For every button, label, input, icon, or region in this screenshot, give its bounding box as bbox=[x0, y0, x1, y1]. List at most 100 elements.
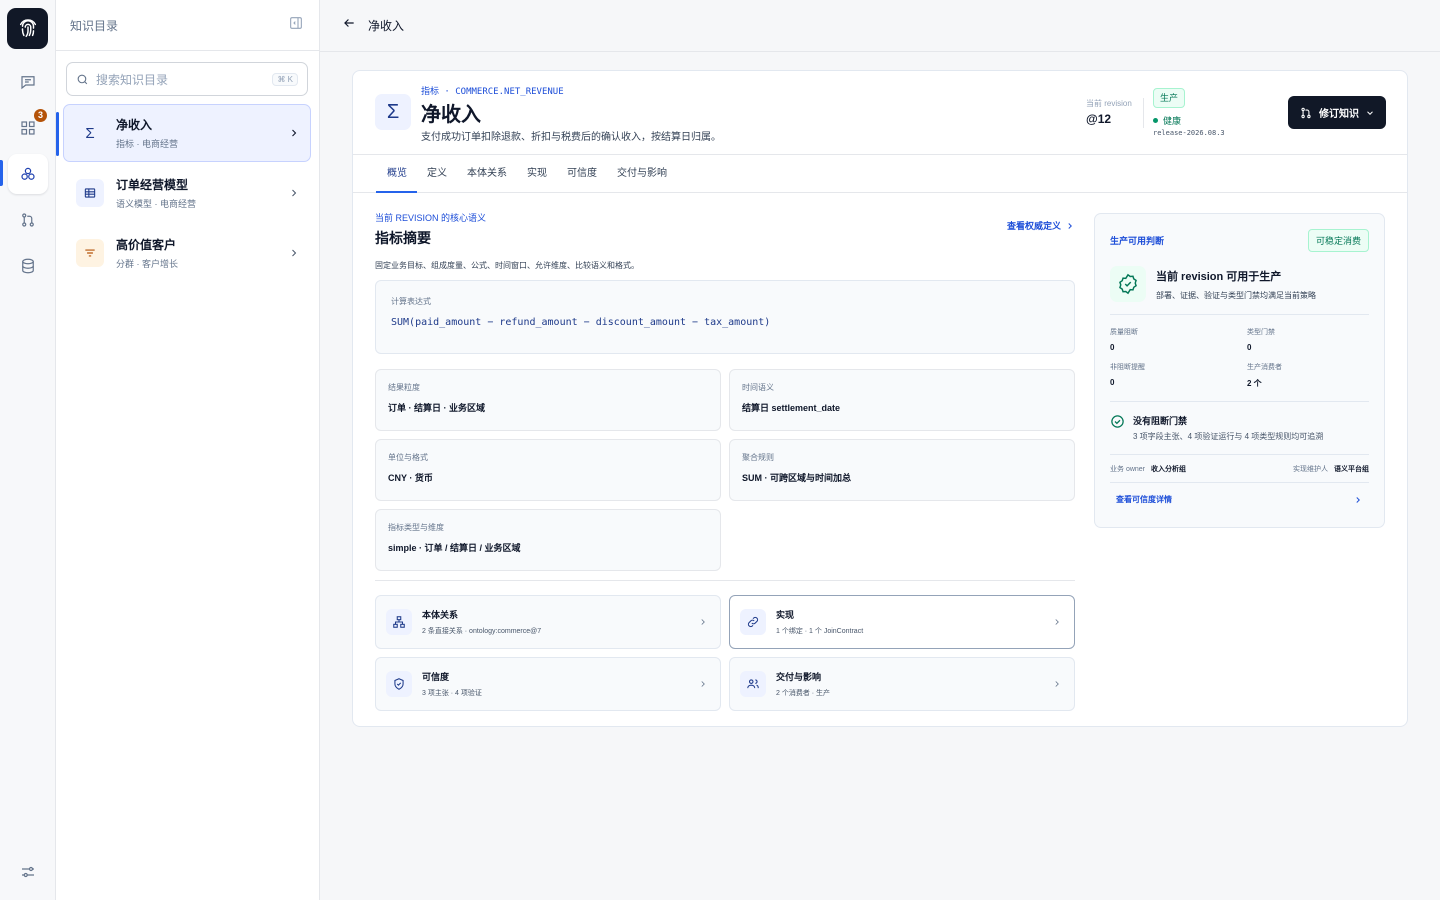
section-kicker: 当前 REVISION 的核心语义 bbox=[375, 213, 487, 223]
maintainer-value: 语义平台组 bbox=[1334, 466, 1369, 473]
collapse-sidebar-icon[interactable] bbox=[288, 15, 304, 36]
check-circle-icon bbox=[1111, 415, 1124, 428]
link-title: 可信度 bbox=[422, 672, 450, 682]
readiness-stats: 质量阻断 0 类型门禁 0 非阻断提醒 0 生产消费者 2 个 bbox=[1110, 327, 1369, 389]
ontology-icon[interactable] bbox=[8, 154, 48, 194]
stat-value: 0 bbox=[1247, 343, 1252, 352]
expression-value: SUM(paid_amount − refund_amount − discou… bbox=[391, 317, 771, 328]
link-card-trust[interactable]: 可信度 3 项主张 · 4 项验证 bbox=[375, 657, 721, 711]
field-label: 指标类型与维度 bbox=[388, 523, 444, 532]
search-icon bbox=[77, 74, 88, 84]
field-card: 单位与格式 CNY · 货币 bbox=[375, 439, 721, 501]
revision-label: 当前 revision bbox=[1086, 99, 1132, 108]
field-value: 结算日 settlement_date bbox=[742, 403, 841, 413]
stable-consumption-badge: 可稳定消费 bbox=[1307, 228, 1369, 252]
owner-value: 收入分析组 bbox=[1151, 466, 1187, 473]
revision-value: @12 bbox=[1086, 112, 1112, 126]
chevron-right-icon bbox=[1068, 222, 1072, 229]
sigma-icon: Σ bbox=[76, 119, 104, 147]
knowledge-detail-card: Σ 指标 · COMMERCE.NET_REVENUE 净收入 支付成功订单扣除… bbox=[352, 70, 1408, 727]
field-card: 时间语义 结算日 settlement_date bbox=[729, 369, 1075, 431]
revise-knowledge-button[interactable]: 修订知识 bbox=[1288, 96, 1386, 129]
panel-divider bbox=[1110, 314, 1369, 315]
readiness-subtitle: 部署、证据、验证与类型门禁均满足当前策略 bbox=[1156, 290, 1316, 300]
link-subtitle: 2 个消费者 · 生产 bbox=[776, 690, 831, 697]
gate-subtitle: 3 项字段主张、4 项验证运行与 4 项类型规则均可追溯 bbox=[1133, 432, 1324, 441]
chat-icon[interactable] bbox=[8, 62, 48, 102]
field-label: 聚合规则 bbox=[742, 453, 774, 462]
link-card-ontology[interactable]: 本体关系 2 条直接关系 · ontology:commerce@7 bbox=[375, 595, 721, 649]
sidebar-item-high-value-customers[interactable]: 高价值客户 分群 · 客户增长 bbox=[63, 224, 311, 282]
link-label: 查看可信度详情 bbox=[1116, 495, 1172, 504]
metric-summary-section: 当前 REVISION 的核心语义 指标摘要 查看权威定义 固定业务目标、组成度… bbox=[375, 211, 1075, 711]
table-icon bbox=[76, 179, 104, 207]
link-card-implementation[interactable]: 实现 1 个绑定 · 1 个 JoinContract bbox=[729, 595, 1075, 649]
link-card-delivery[interactable]: 交付与影响 2 个消费者 · 生产 bbox=[729, 657, 1075, 711]
tab-overview[interactable]: 概览 bbox=[376, 155, 417, 193]
health-dot-icon bbox=[1153, 118, 1158, 123]
tab-definition[interactable]: 定义 bbox=[417, 155, 457, 192]
users-icon bbox=[740, 671, 766, 697]
view-trust-details-link[interactable]: 查看可信度详情 bbox=[1110, 494, 1369, 505]
breadcrumb-title: 净收入 bbox=[368, 19, 405, 33]
panel-divider bbox=[1110, 401, 1369, 402]
view-authoritative-definition-link[interactable]: 查看权威定义 bbox=[1007, 219, 1075, 232]
field-value: simple · 订单 / 结算日 / 业务区域 bbox=[388, 543, 521, 553]
sidebar-title: 知识目录 bbox=[70, 18, 119, 33]
top-bar: 净收入 bbox=[320, 0, 1440, 52]
dashboard-icon[interactable]: 3 bbox=[8, 108, 48, 148]
search-shortcut: ⌘ K bbox=[272, 72, 298, 86]
section-divider bbox=[375, 580, 1075, 581]
health-status: 健康 bbox=[1153, 114, 1181, 127]
link-label: 查看权威定义 bbox=[1006, 221, 1061, 231]
chevron-right-icon bbox=[292, 129, 297, 137]
expression-label: 计算表达式 bbox=[391, 297, 431, 306]
field-label: 时间语义 bbox=[742, 383, 774, 392]
field-card: 结果粒度 订单 · 结算日 · 业务区域 bbox=[375, 369, 721, 431]
app-rail: 3 bbox=[0, 0, 56, 900]
stat-label: 质量阻断 bbox=[1110, 329, 1138, 336]
detail-tabs: 概览 定义 本体关系 实现 可信度 交付与影响 bbox=[353, 155, 1407, 193]
link-title: 本体关系 bbox=[422, 610, 459, 620]
back-arrow-icon[interactable] bbox=[342, 16, 356, 35]
tab-delivery-impact[interactable]: 交付与影响 bbox=[607, 155, 677, 192]
settings-sliders-icon[interactable] bbox=[8, 852, 48, 892]
git-branch-icon bbox=[1301, 107, 1311, 118]
related-links: 本体关系 2 条直接关系 · ontology:commerce@7 实现 1 … bbox=[375, 595, 1075, 711]
expression-box: 计算表达式 SUM(paid_amount − refund_amount − … bbox=[375, 280, 1075, 354]
notification-badge: 3 bbox=[34, 109, 47, 122]
field-card: 指标类型与维度 simple · 订单 / 结算日 / 业务区域 bbox=[375, 509, 721, 571]
field-value: CNY · 货币 bbox=[388, 473, 433, 483]
section-description: 固定业务目标、组成度量、公式、时间窗口、允许维度、比较语义和格式。 bbox=[375, 261, 639, 270]
stat-value: 0 bbox=[1110, 378, 1115, 387]
hierarchy-icon bbox=[386, 609, 412, 635]
chevron-right-icon bbox=[1055, 619, 1059, 625]
fingerprint-logo-icon[interactable] bbox=[7, 8, 48, 49]
health-label: 健康 bbox=[1163, 116, 1182, 126]
catalog-search-input[interactable]: 搜索知识目录 ⌘ K bbox=[66, 62, 308, 96]
sidebar-item-label: 净收入 bbox=[116, 118, 153, 132]
entity-eyebrow: 指标 · COMMERCE.NET_REVENUE bbox=[421, 87, 564, 97]
link-title: 交付与影响 bbox=[776, 672, 822, 682]
link-subtitle: 2 条直接关系 · ontology:commerce@7 bbox=[422, 628, 542, 635]
sidebar-item-label: 高价值客户 bbox=[116, 238, 177, 252]
chevron-down-icon bbox=[1367, 110, 1373, 115]
link-subtitle: 1 个绑定 · 1 个 JoinContract bbox=[776, 628, 864, 635]
detail-header: Σ 指标 · COMMERCE.NET_REVENUE 净收入 支付成功订单扣除… bbox=[353, 71, 1407, 155]
env-badge: 生产 bbox=[1153, 88, 1186, 108]
chevron-right-icon bbox=[1356, 496, 1360, 503]
tab-implementation[interactable]: 实现 bbox=[517, 155, 557, 192]
git-branch-icon[interactable] bbox=[8, 200, 48, 240]
panel-divider bbox=[1110, 454, 1369, 455]
catalog-sidebar: 知识目录 搜索知识目录 ⌘ K Σ 净收入 指标 · 电商经营 订单经营模型 语… bbox=[56, 0, 320, 900]
sidebar-item-net-revenue[interactable]: Σ 净收入 指标 · 电商经营 bbox=[56, 104, 311, 162]
link-icon bbox=[740, 609, 766, 635]
shield-check-icon bbox=[386, 671, 412, 697]
panel-title: 生产可用判断 bbox=[1110, 235, 1165, 246]
owner-label: 业务 owner bbox=[1110, 466, 1146, 473]
sidebar-item-order-model[interactable]: 订单经营模型 语义模型 · 电商经营 bbox=[63, 164, 311, 222]
tab-ontology[interactable]: 本体关系 bbox=[457, 155, 517, 192]
stat-label: 生产消费者 bbox=[1247, 364, 1282, 371]
tab-trust[interactable]: 可信度 bbox=[557, 155, 607, 192]
database-icon[interactable] bbox=[8, 246, 48, 286]
